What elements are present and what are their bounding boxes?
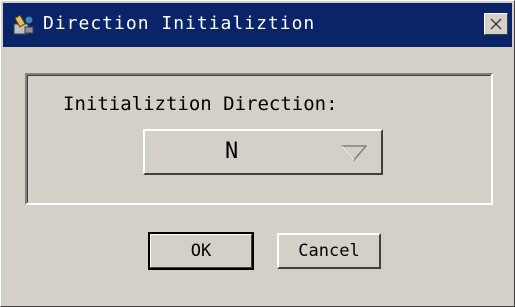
dialog-window: Direction Initializtion Initializtion Di… <box>0 0 515 307</box>
cancel-button[interactable]: Cancel <box>277 233 381 269</box>
window-title: Direction Initializtion <box>43 13 316 34</box>
direction-groupbox: Initializtion Direction: N <box>25 73 493 205</box>
direction-value: N <box>225 139 239 164</box>
title-bar[interactable]: Direction Initializtion <box>3 3 512 47</box>
direction-dropdown[interactable]: N <box>143 129 383 175</box>
ok-button[interactable]: OK <box>148 232 254 270</box>
close-button[interactable] <box>484 13 508 35</box>
chevron-down-icon[interactable] <box>340 145 368 165</box>
close-icon <box>490 18 502 30</box>
app-tools-icon <box>11 12 37 38</box>
direction-label: Initializtion Direction: <box>63 93 338 115</box>
